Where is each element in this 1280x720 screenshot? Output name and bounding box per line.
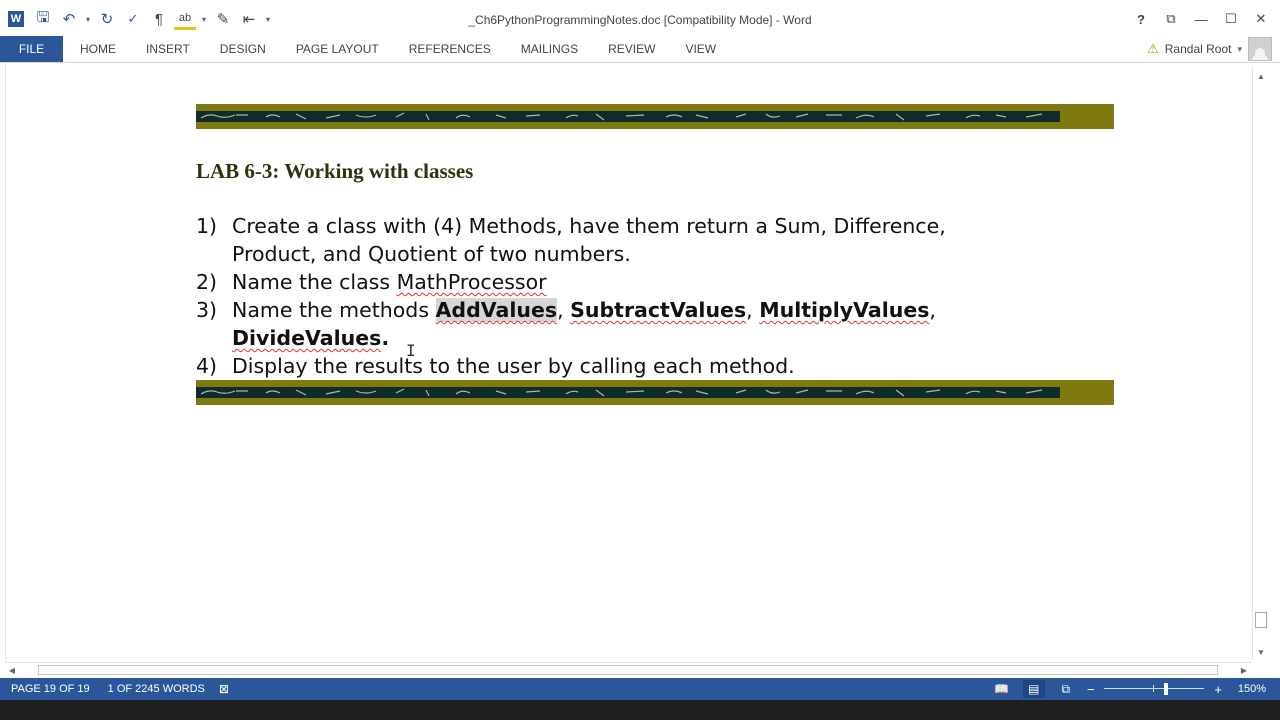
show-formatting-icon[interactable]: ¶ — [148, 8, 170, 30]
tab-references[interactable]: REFERENCES — [394, 36, 506, 62]
page-edge — [5, 62, 6, 662]
title-bar: W 🖫 ↶ ▾ ↻ ✓ ¶ ab ▾ ✎ ⇤ ▾ _Ch6PythonProgr… — [0, 0, 1280, 36]
decorative-banner-bottom — [196, 380, 1114, 405]
tab-mailings[interactable]: MAILINGS — [506, 36, 593, 62]
ribbon-tabs: FILE HOME INSERT DESIGN PAGE LAYOUT REFE… — [0, 36, 1280, 62]
spelling-dropdown-icon[interactable]: ▾ — [200, 8, 208, 30]
redo-icon[interactable]: ↻ — [96, 8, 118, 30]
close-icon[interactable]: ✕ — [1248, 8, 1274, 30]
window-controls: ? ⧉ — ☐ ✕ — [1128, 8, 1274, 30]
separator: , — [929, 298, 936, 322]
spelling-check-icon[interactable]: ab — [174, 8, 196, 30]
minimize-icon[interactable]: — — [1188, 8, 1214, 30]
horizontal-scroll-thumb[interactable] — [38, 665, 1218, 675]
tab-design[interactable]: DESIGN — [205, 36, 281, 62]
view-zoom-controls: 📖 ▤ ⧉ − + 150% — [991, 678, 1266, 700]
tab-insert[interactable]: INSERT — [131, 36, 205, 62]
customize-qat-icon[interactable]: ▾ — [264, 8, 272, 30]
list-item[interactable]: 4) Display the results to the user by ca… — [196, 352, 1016, 380]
page-count[interactable]: PAGE 19 OF 19 — [11, 683, 90, 695]
web-layout-icon[interactable]: ⧉ — [1055, 680, 1077, 698]
zoom-slider-knob[interactable] — [1164, 683, 1169, 695]
zoom-out-button[interactable]: − — [1087, 682, 1095, 697]
word-logo-icon[interactable]: W — [8, 11, 24, 27]
list-item-text: Create a class with (4) Methods, have th… — [232, 214, 946, 266]
status-bar: PAGE 19 OF 19 1 OF 2245 WORDS ⊠ 📖 ▤ ⧉ − … — [0, 678, 1280, 700]
decorative-banner-top — [196, 104, 1114, 129]
scroll-left-icon[interactable]: ◀ — [5, 663, 19, 677]
tab-view[interactable]: VIEW — [670, 36, 731, 62]
undo-icon[interactable]: ↶ — [58, 8, 80, 30]
spelling-grammar-icon[interactable]: ✓ — [122, 8, 144, 30]
proofing-icon[interactable]: ⊠ — [219, 682, 229, 696]
separator: , — [557, 298, 571, 322]
user-account[interactable]: ⚠ Randal Root ▾ — [1147, 36, 1272, 62]
list-item-prefix: Name the class — [232, 270, 397, 294]
period: . — [381, 326, 390, 350]
word-count[interactable]: 1 OF 2245 WORDS — [108, 683, 205, 695]
page-width-icon[interactable]: ⇤ — [238, 8, 260, 30]
read-mode-icon[interactable]: 📖 — [991, 680, 1013, 698]
vertical-scroll-thumb[interactable] — [1255, 612, 1267, 628]
scroll-right-icon[interactable]: ▶ — [1237, 663, 1251, 677]
ribbon-display-options-icon[interactable]: ⧉ — [1158, 8, 1184, 30]
method-name: SubtractValues — [570, 298, 747, 322]
help-icon[interactable]: ? — [1128, 8, 1154, 30]
save-icon[interactable]: 🖫 — [32, 8, 54, 30]
banner-pattern-icon — [200, 112, 1043, 121]
list-number: 3) — [196, 298, 218, 322]
list-item[interactable]: 2) Name the class MathProcessor — [196, 268, 1016, 296]
undo-dropdown-icon[interactable]: ▾ — [84, 8, 92, 30]
print-layout-icon[interactable]: ▤ — [1022, 680, 1045, 698]
avatar[interactable] — [1248, 37, 1272, 61]
tab-review[interactable]: REVIEW — [593, 36, 670, 62]
zoom-slider[interactable] — [1104, 678, 1205, 700]
warning-icon: ⚠ — [1147, 41, 1159, 56]
method-name: DivideValues — [232, 326, 382, 350]
tab-home[interactable]: HOME — [63, 36, 131, 62]
tab-file[interactable]: FILE — [0, 36, 63, 62]
list-number: 2) — [196, 270, 218, 294]
method-name-selected: AddValues — [435, 298, 558, 322]
list-item-prefix: Name the methods — [232, 298, 436, 322]
scroll-down-icon[interactable]: ▼ — [1253, 644, 1269, 660]
vertical-scrollbar[interactable]: ▲ ▼ — [1252, 68, 1268, 660]
screen-bottom-edge — [0, 700, 1280, 720]
method-name: MultiplyValues — [759, 298, 930, 322]
text-cursor-icon: I — [406, 341, 416, 360]
list-item[interactable]: 1) Create a class with (4) Methods, have… — [196, 212, 1016, 268]
banner-pattern-icon — [200, 388, 1043, 397]
maximize-icon[interactable]: ☐ — [1218, 8, 1244, 30]
zoom-level[interactable]: 150% — [1232, 683, 1266, 695]
class-name-text: MathProcessor — [396, 270, 547, 294]
lab-instructions-list[interactable]: 1) Create a class with (4) Methods, have… — [196, 212, 1016, 380]
chevron-down-icon[interactable]: ▾ — [1237, 44, 1242, 55]
separator: , — [746, 298, 760, 322]
user-name[interactable]: Randal Root — [1165, 42, 1232, 56]
quick-access-toolbar: W 🖫 ↶ ▾ ↻ ✓ ¶ ab ▾ ✎ ⇤ ▾ — [8, 8, 272, 30]
zoom-in-button[interactable]: + — [1214, 682, 1222, 697]
list-number: 1) — [196, 214, 218, 238]
list-item-text: Display the results to the user by calli… — [232, 354, 795, 378]
lab-heading: LAB 6-3: Working with classes — [196, 159, 474, 183]
scroll-up-icon[interactable]: ▲ — [1253, 68, 1269, 84]
list-item[interactable]: 3) Name the methods AddValues, SubtractV… — [196, 296, 1016, 352]
list-number: 4) — [196, 354, 218, 378]
tab-page-layout[interactable]: PAGE LAYOUT — [281, 36, 394, 62]
horizontal-scrollbar[interactable]: ◀ ▶ — [5, 662, 1251, 676]
format-painter-icon[interactable]: ✎ — [212, 8, 234, 30]
